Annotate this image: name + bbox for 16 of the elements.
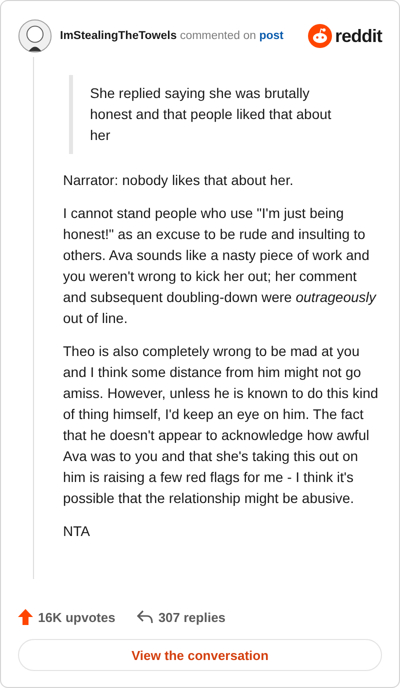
- quote-block: She replied saying she was brutally honest and that people liked that about her: [69, 75, 340, 154]
- comment-paragraph: Theo is also completely wrong to be mad at you and I think some distance from him might not go amiss. However, unless he is known to do this kind of thing himself, I'd keep an eye on him. The fact that he doesn't appear to acknowledge how awful Ava was to you and that she's taking this out on him is raising a few red flags for me - I think it's possible that the relationship might be abusive.: [63, 342, 380, 508]
- robot-logo-icon: [308, 24, 332, 48]
- username[interactable]: ImStealingTheTowels: [60, 30, 177, 42]
- post-link[interactable]: post: [259, 30, 284, 42]
- comment-paragraph: NTA: [63, 522, 91, 541]
- comment-paragraph: Narrator: nobody likes that about her.: [63, 171, 294, 190]
- upvote-arrow-icon[interactable]: [18, 609, 33, 625]
- upvote-count: 16K upvotes: [38, 610, 116, 624]
- avatar-icon: [18, 19, 52, 53]
- reply-icon[interactable]: [137, 610, 154, 624]
- comment-paragraph: I cannot stand people who use "I'm just being honest!" as an excuse to be rude and insulting to others. Ava sounds like a nasty piece of work and you weren't wrong to kick her out; her comment and subsequent doubling-down were outrageously out of line.: [63, 204, 378, 328]
- action-text: commented on: [180, 30, 256, 42]
- reply-count: 307 replies: [158, 610, 226, 624]
- brand-name: reddit: [334, 26, 382, 46]
- view-conversation-button[interactable]: View the conversation: [18, 639, 382, 671]
